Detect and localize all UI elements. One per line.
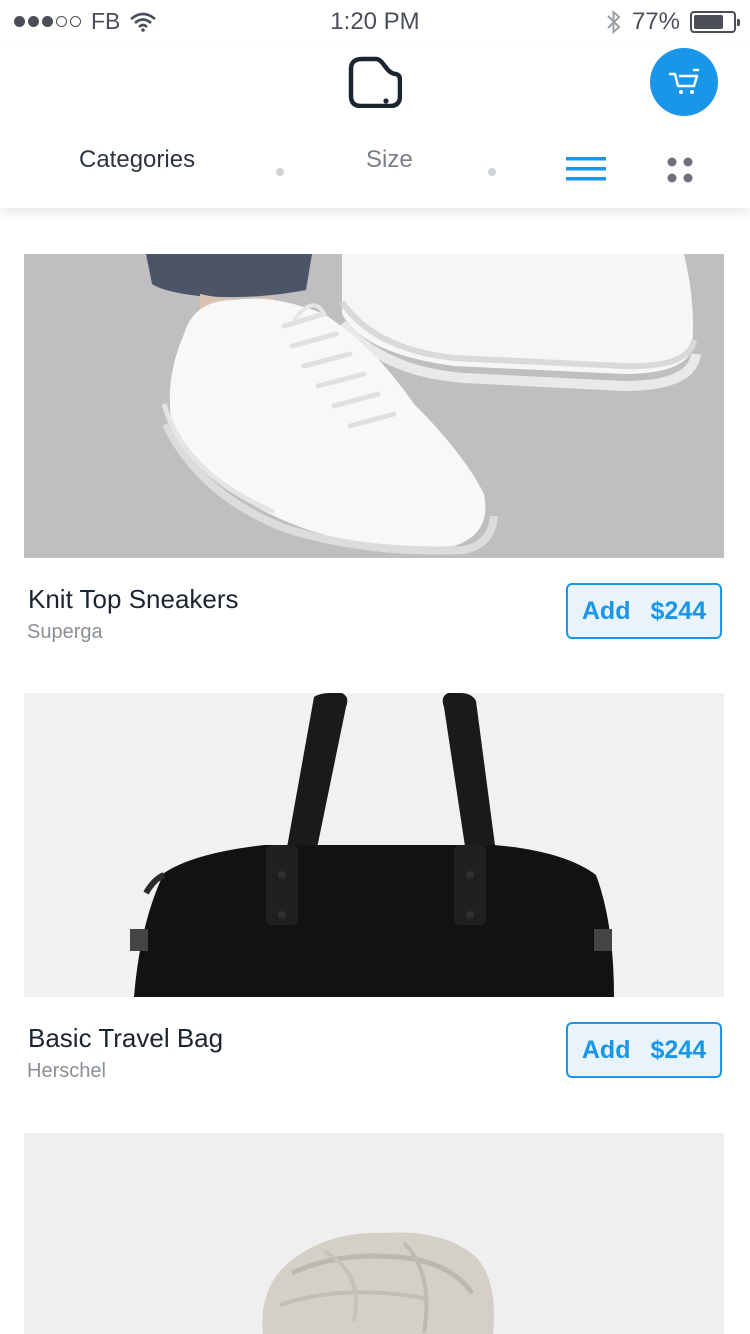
add-label: Add (581, 596, 631, 625)
product-name[interactable]: Knit Top Sneakers (28, 584, 239, 615)
price-label: $244 (650, 596, 707, 625)
product-info: Knit Top Sneakers Superga Add $244 (24, 558, 724, 658)
filter-categories[interactable]: Categories (79, 146, 195, 174)
battery-fill (694, 15, 724, 29)
battery-icon (690, 11, 740, 33)
add-to-cart-button[interactable]: Add $244 (566, 1022, 722, 1078)
product-name[interactable]: Basic Travel Bag (28, 1023, 223, 1054)
product-brand: Herschel (27, 1060, 106, 1082)
status-right: 77% (606, 8, 740, 36)
add-label: Add (581, 1035, 631, 1064)
add-to-cart-button[interactable]: Add $244 (566, 583, 722, 639)
product-card[interactable]: Basic Travel Bag Herschel Add $244 (24, 693, 724, 1097)
separator-dot (488, 168, 496, 176)
filter-bar: Categories Size (0, 134, 750, 194)
price-label: $244 (650, 1035, 707, 1064)
sneakers-image (24, 254, 724, 558)
bluetooth-icon (607, 9, 621, 35)
product-image-sneakers[interactable] (24, 254, 724, 558)
product-image-bag[interactable] (24, 693, 724, 997)
folded-towel-image (24, 1133, 724, 1334)
grid-view-icon[interactable] (666, 156, 694, 184)
cart-button[interactable] (650, 48, 718, 116)
product-card[interactable]: Knit Top Sneakers Superga Add $244 (24, 254, 724, 658)
product-info: Basic Travel Bag Herschel Add $244 (24, 997, 724, 1097)
app-screen: FB 1:20 PM 77% Categories Size Knit Top … (0, 0, 750, 1334)
app-header: Categories Size (0, 44, 750, 208)
list-view-icon[interactable] (566, 156, 606, 182)
battery-percentage: 77% (631, 8, 680, 35)
separator-dot (276, 168, 284, 176)
logo-icon[interactable] (348, 56, 402, 108)
product-brand: Superga (27, 621, 103, 643)
travel-bag-image (24, 693, 724, 997)
filter-size[interactable]: Size (366, 146, 413, 174)
shopping-cart-icon (669, 68, 699, 94)
product-image-towel[interactable] (24, 1133, 724, 1334)
status-bar: FB 1:20 PM 77% (0, 0, 750, 44)
product-card[interactable] (24, 1133, 724, 1334)
